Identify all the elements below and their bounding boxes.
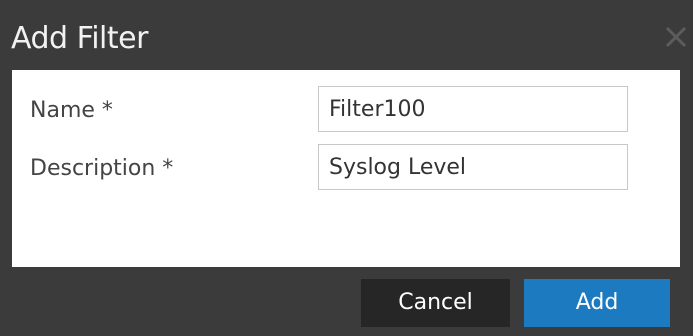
- add-button[interactable]: Add: [524, 279, 670, 327]
- dialog-titlebar: Add Filter: [0, 0, 693, 70]
- description-row: Description *: [12, 144, 680, 192]
- cancel-button[interactable]: Cancel: [361, 279, 510, 327]
- description-label: Description *: [30, 156, 174, 181]
- dialog-title: Add Filter: [11, 21, 148, 56]
- close-icon[interactable]: [661, 22, 691, 52]
- dialog-body: Name * Description *: [12, 70, 680, 267]
- description-input[interactable]: [318, 144, 628, 190]
- add-filter-dialog: Add Filter Name * Description * Cancel A…: [0, 0, 693, 336]
- name-input[interactable]: [318, 86, 628, 132]
- dialog-footer: Cancel Add: [0, 267, 693, 336]
- name-row: Name *: [12, 86, 680, 134]
- name-label: Name *: [30, 98, 113, 123]
